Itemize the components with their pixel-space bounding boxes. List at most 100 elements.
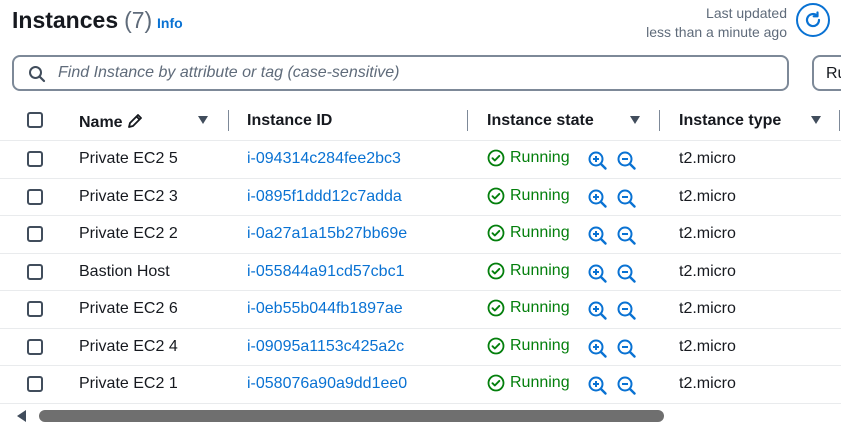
scroll-left-icon[interactable]	[17, 410, 26, 422]
zoom-in-icon[interactable]	[587, 188, 608, 209]
instance-state: Running	[487, 262, 570, 280]
check-circle-icon	[487, 187, 505, 204]
row-checkbox[interactable]	[27, 376, 43, 392]
instance-type: t2.micro	[679, 262, 736, 280]
instance-name: Private EC2 5	[79, 150, 178, 167]
table-row[interactable]: Private EC2 6 i-0eb55b044fb1897ae Runnin…	[0, 291, 841, 329]
zoom-in-icon[interactable]	[587, 225, 608, 246]
last-updated-value: less than a minute ago	[646, 24, 787, 40]
instance-name: Private EC2 2	[79, 225, 178, 242]
column-divider[interactable]	[228, 110, 229, 131]
instance-id-link[interactable]: i-0a27a1a15b27bb69e	[247, 225, 407, 243]
instance-state-label: Running	[510, 374, 570, 391]
instance-name: Private EC2 4	[79, 337, 178, 355]
zoom-in-icon[interactable]	[587, 150, 608, 171]
column-header-instance-state[interactable]: Instance state	[487, 112, 594, 130]
instance-type: t2.micro	[679, 337, 736, 355]
zoom-out-icon[interactable]	[616, 150, 637, 171]
instance-type: t2.micro	[679, 300, 736, 317]
instance-name: Private EC2 6	[79, 300, 178, 317]
zoom-out-icon[interactable]	[616, 188, 637, 209]
table-row[interactable]: Private EC2 4 i-09095a1153c425a2c Runnin…	[0, 329, 841, 366]
check-circle-icon	[487, 262, 505, 279]
zoom-in-icon[interactable]	[587, 300, 608, 321]
row-checkbox[interactable]	[27, 263, 43, 280]
instance-id-link[interactable]: i-09095a1153c425a2c	[247, 338, 404, 356]
instance-state-label: Running	[510, 186, 570, 204]
instance-id-link[interactable]: i-0eb55b044fb1897ae	[247, 300, 403, 318]
instance-state: Running	[487, 299, 570, 317]
table-row[interactable]: Private EC2 2 i-0a27a1a15b27bb69e Runnin…	[0, 216, 841, 254]
instance-state: Running	[487, 224, 570, 242]
check-circle-icon	[487, 374, 505, 392]
select-all-checkbox[interactable]	[27, 112, 43, 128]
search-icon	[29, 66, 46, 83]
column-header-name[interactable]: Name	[79, 112, 144, 132]
instance-state-label: Running	[510, 336, 570, 354]
instances-table: Name Instance ID Instance state Instance…	[0, 101, 841, 404]
instance-state-label: Running	[510, 299, 570, 316]
scrollbar-thumb[interactable]	[39, 410, 664, 422]
check-circle-icon	[487, 224, 505, 242]
check-circle-icon	[487, 299, 505, 317]
instance-state: Running	[487, 337, 570, 355]
zoom-out-icon[interactable]	[616, 300, 637, 321]
search-input[interactable]	[58, 61, 758, 85]
zoom-out-icon[interactable]	[616, 225, 637, 246]
row-checkbox[interactable]	[27, 188, 43, 205]
zoom-out-icon[interactable]	[616, 375, 637, 396]
sort-caret-icon[interactable]	[811, 116, 821, 124]
instance-id-link[interactable]: i-094314c284fee2bc3	[247, 150, 401, 168]
last-updated: Last updated less than a minute ago	[646, 4, 787, 42]
row-checkbox[interactable]	[27, 301, 43, 317]
row-checkbox[interactable]	[27, 338, 43, 355]
zoom-in-icon[interactable]	[587, 338, 608, 359]
info-link[interactable]: Info	[157, 15, 183, 31]
row-checkbox[interactable]	[27, 226, 43, 242]
instance-count: (7)	[124, 7, 153, 33]
table-row[interactable]: Private EC2 5 i-094314c284fee2bc3 Runnin…	[0, 141, 841, 179]
search-box[interactable]	[12, 55, 789, 91]
check-circle-icon	[487, 337, 505, 354]
row-checkbox[interactable]	[27, 151, 43, 167]
last-updated-label: Last updated	[706, 5, 787, 21]
page-title: Instances (7)	[12, 7, 152, 34]
zoom-in-icon[interactable]	[587, 375, 608, 396]
instance-id-link[interactable]: i-055844a91cd57cbc1	[247, 263, 404, 281]
sort-caret-icon[interactable]	[198, 116, 208, 124]
instance-type: t2.micro	[679, 225, 736, 242]
column-divider[interactable]	[839, 110, 840, 131]
table-row[interactable]: Private EC2 1 i-058076a90a9dd1ee0 Runnin…	[0, 366, 841, 404]
table-row[interactable]: Bastion Host i-055844a91cd57cbc1 Running…	[0, 254, 841, 291]
horizontal-scrollbar[interactable]	[0, 405, 841, 425]
instance-type: t2.micro	[679, 187, 736, 205]
page-title-text: Instances	[12, 7, 119, 33]
instance-state: Running	[487, 149, 570, 167]
instance-state: Running	[487, 374, 570, 392]
instance-state-label: Running	[510, 261, 570, 279]
zoom-out-icon[interactable]	[616, 338, 637, 359]
table-header-row: Name Instance ID Instance state Instance…	[0, 101, 841, 141]
column-header-name-label: Name	[79, 114, 123, 131]
instance-state: Running	[487, 187, 570, 205]
instance-id-link[interactable]: i-058076a90a9dd1ee0	[247, 375, 407, 393]
column-divider[interactable]	[659, 110, 660, 131]
instance-name: Private EC2 1	[79, 375, 178, 392]
instance-name: Bastion Host	[79, 262, 170, 280]
check-circle-icon	[487, 149, 505, 167]
page-header: Instances (7) Info Last updated less than…	[0, 0, 841, 52]
pencil-icon	[127, 114, 142, 128]
instance-name: Private EC2 3	[79, 187, 178, 205]
instance-id-link[interactable]: i-0895f1ddd12c7adda	[247, 188, 402, 206]
zoom-out-icon[interactable]	[616, 263, 637, 284]
column-divider[interactable]	[467, 110, 468, 131]
launch-instances-button[interactable]: Ru	[812, 55, 841, 91]
column-header-instance-id[interactable]: Instance ID	[247, 112, 332, 130]
column-header-instance-type[interactable]: Instance type	[679, 112, 781, 130]
refresh-button[interactable]	[796, 3, 830, 37]
table-row[interactable]: Private EC2 3 i-0895f1ddd12c7adda Runnin…	[0, 179, 841, 216]
sort-caret-icon[interactable]	[630, 116, 640, 124]
refresh-icon	[805, 11, 821, 28]
zoom-in-icon[interactable]	[587, 263, 608, 284]
instance-type: t2.micro	[679, 150, 736, 167]
